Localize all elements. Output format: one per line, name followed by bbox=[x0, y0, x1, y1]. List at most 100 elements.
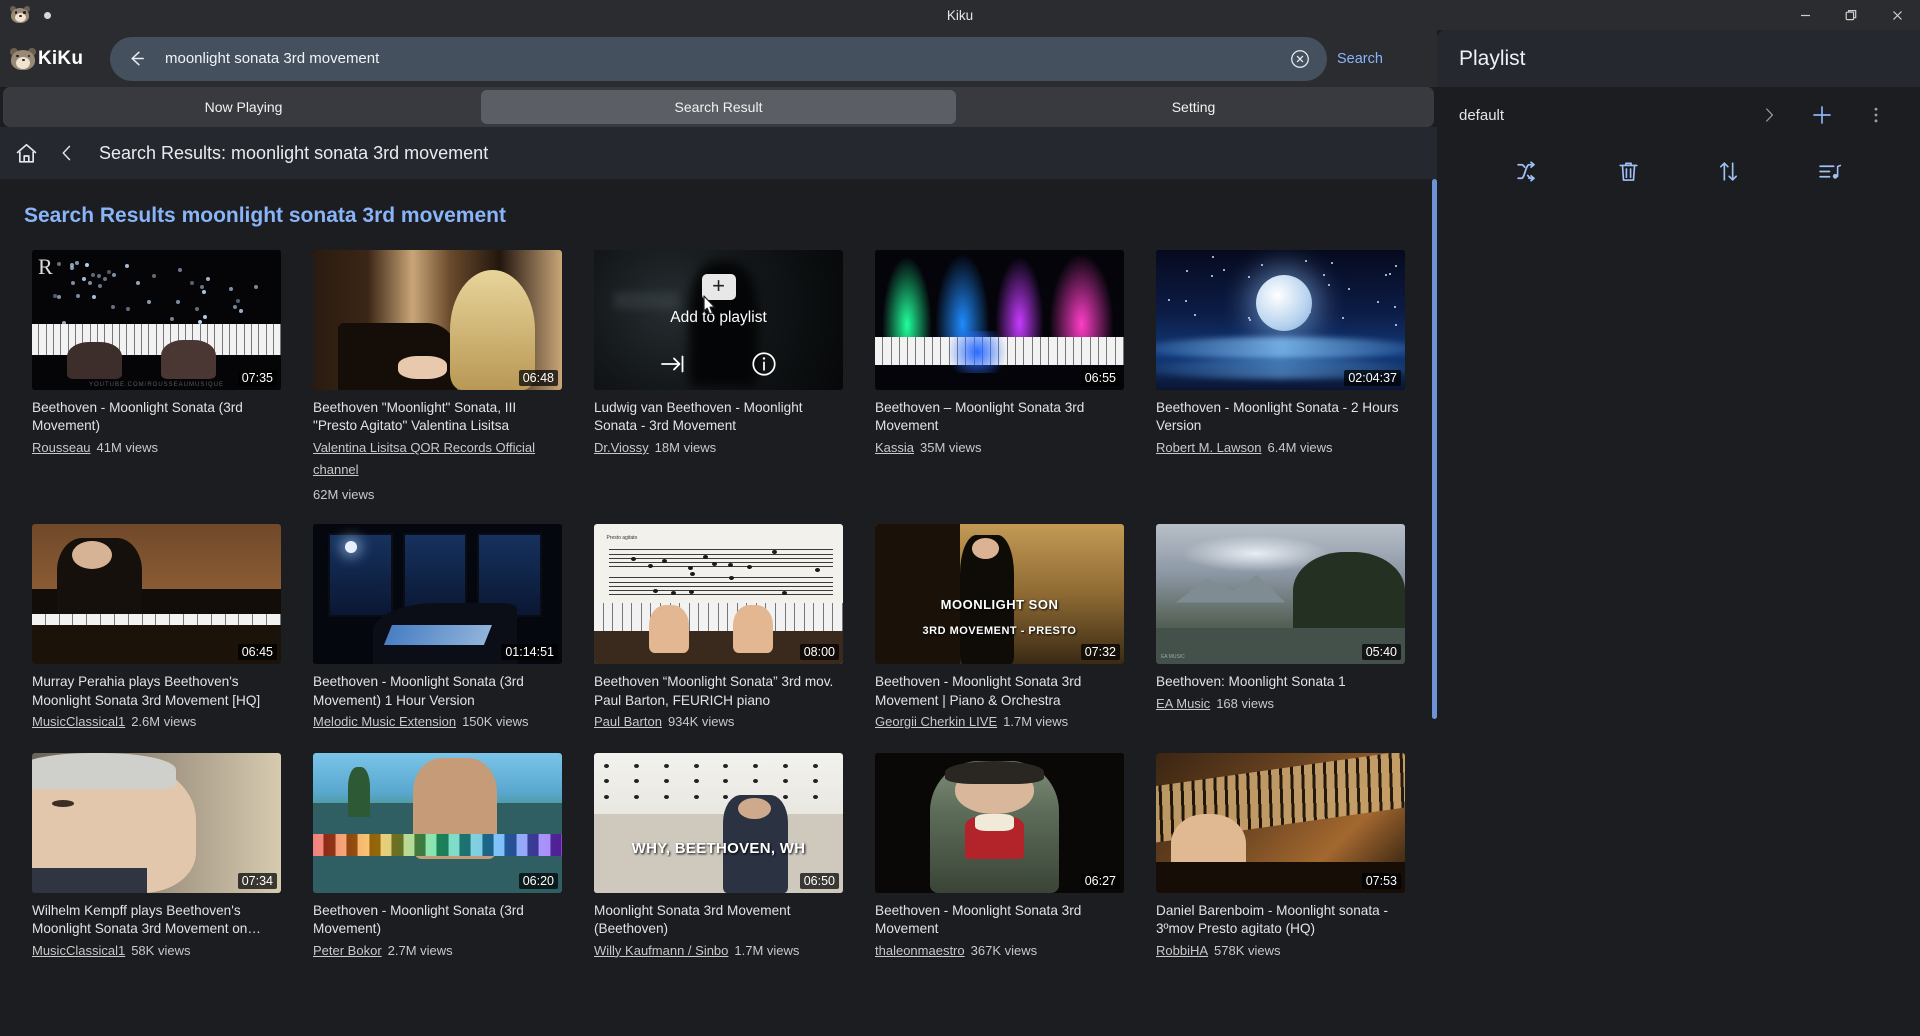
video-title[interactable]: Beethoven - Moonlight Sonata - 2 Hours V… bbox=[1156, 399, 1405, 436]
play-next-icon[interactable] bbox=[659, 352, 687, 376]
queue-music-icon[interactable] bbox=[1817, 159, 1842, 184]
video-card[interactable]: 06:45 Murray Perahia plays Beethoven's Mo… bbox=[32, 524, 281, 733]
video-thumbnail[interactable]: +Add to playlist bbox=[594, 250, 843, 390]
video-views: 1.7M views bbox=[1003, 714, 1068, 729]
video-views: 2.7M views bbox=[388, 943, 453, 958]
more-vertical-icon[interactable] bbox=[1850, 105, 1902, 125]
search-bar-row: KiKu Search bbox=[0, 30, 1437, 87]
home-icon[interactable] bbox=[14, 141, 39, 166]
video-thumbnail[interactable]: RYOUTUBE.COM/ROUSSEAUMUSIQUE07:35 bbox=[32, 250, 281, 390]
results-heading: Search Results moonlight sonata 3rd move… bbox=[24, 204, 1419, 228]
video-card[interactable]: Presto agitato08:00 Beethoven “Moonlight … bbox=[594, 524, 843, 733]
video-thumbnail[interactable]: EA MUSIC05:40 bbox=[1156, 524, 1405, 664]
arrow-left-icon[interactable] bbox=[126, 48, 147, 69]
video-card[interactable]: 07:53 Daniel Barenboim - Moonlight sonata… bbox=[1156, 753, 1405, 962]
plus-icon[interactable] bbox=[1794, 103, 1850, 127]
video-card[interactable]: 06:55 Beethoven – Moonlight Sonata 3rd Mo… bbox=[875, 250, 1124, 504]
video-meta: Rousseau 41M views bbox=[32, 437, 281, 459]
video-thumbnail[interactable]: 07:53 bbox=[1156, 753, 1405, 893]
tab-now-playing[interactable]: Now Playing bbox=[6, 90, 481, 124]
video-channel[interactable]: Robert M. Lawson bbox=[1156, 440, 1262, 455]
video-card[interactable]: RYOUTUBE.COM/ROUSSEAUMUSIQUE07:35 Beethov… bbox=[32, 250, 281, 504]
playlist-header: Playlist bbox=[1437, 30, 1920, 87]
video-title[interactable]: Beethoven – Moonlight Sonata 3rd Movemen… bbox=[875, 399, 1124, 436]
video-card[interactable]: WHY, BEETHOVEN, WH06:50 Moonlight Sonata … bbox=[594, 753, 843, 962]
video-channel[interactable]: Willy Kaufmann / Sinbo bbox=[594, 943, 728, 958]
results-grid: RYOUTUBE.COM/ROUSSEAUMUSIQUE07:35 Beethov… bbox=[32, 250, 1419, 982]
video-thumbnail[interactable]: Presto agitato08:00 bbox=[594, 524, 843, 664]
video-title[interactable]: Ludwig van Beethoven - Moonlight Sonata … bbox=[594, 399, 843, 436]
video-thumbnail[interactable]: 06:45 bbox=[32, 524, 281, 664]
video-thumbnail[interactable]: 06:20 bbox=[313, 753, 562, 893]
video-title[interactable]: Beethoven - Moonlight Sonata (3rd Moveme… bbox=[313, 902, 562, 939]
close-button[interactable] bbox=[1874, 0, 1920, 30]
sort-updown-icon[interactable] bbox=[1716, 159, 1741, 184]
video-channel[interactable]: MusicClassical1 bbox=[32, 943, 125, 958]
video-thumbnail[interactable]: 07:34 bbox=[32, 753, 281, 893]
hover-overlay[interactable]: +Add to playlist bbox=[594, 250, 843, 390]
video-channel[interactable]: Rousseau bbox=[32, 440, 91, 455]
trash-icon[interactable] bbox=[1616, 159, 1641, 184]
video-card[interactable]: 01:14:51 Beethoven - Moonlight Sonata (3r… bbox=[313, 524, 562, 733]
video-channel[interactable]: Kassia bbox=[875, 440, 914, 455]
video-channel[interactable]: RobbiHA bbox=[1156, 943, 1208, 958]
video-card[interactable]: MOONLIGHT SON3RD MOVEMENT - PRESTO07:32 B… bbox=[875, 524, 1124, 733]
video-channel[interactable]: Georgii Cherkin LIVE bbox=[875, 714, 997, 729]
video-thumbnail[interactable]: WHY, BEETHOVEN, WH06:50 bbox=[594, 753, 843, 893]
video-views: 41M views bbox=[97, 440, 158, 455]
video-channel[interactable]: Dr.Viossy bbox=[594, 440, 649, 455]
search-button[interactable]: Search bbox=[1337, 51, 1437, 67]
video-views: 62M views bbox=[313, 486, 562, 504]
video-card[interactable]: 06:20 Beethoven - Moonlight Sonata (3rd M… bbox=[313, 753, 562, 962]
video-title[interactable]: Beethoven - Moonlight Sonata 3rd Movemen… bbox=[875, 902, 1124, 939]
search-input[interactable] bbox=[147, 50, 1285, 67]
chevron-left-icon[interactable] bbox=[57, 143, 77, 163]
video-thumbnail[interactable]: MOONLIGHT SON3RD MOVEMENT - PRESTO07:32 bbox=[875, 524, 1124, 664]
vertical-scrollbar[interactable] bbox=[1432, 179, 1437, 1036]
video-channel[interactable]: Peter Bokor bbox=[313, 943, 382, 958]
video-thumbnail[interactable]: 01:14:51 bbox=[313, 524, 562, 664]
video-title[interactable]: Beethoven - Moonlight Sonata (3rd Moveme… bbox=[32, 399, 281, 436]
search-box[interactable] bbox=[110, 37, 1327, 81]
shuffle-icon[interactable] bbox=[1515, 159, 1540, 184]
video-thumbnail[interactable]: 06:48 bbox=[313, 250, 562, 390]
video-title[interactable]: Daniel Barenboim - Moonlight sonata - 3º… bbox=[1156, 902, 1405, 939]
video-channel[interactable]: Paul Barton bbox=[594, 714, 662, 729]
video-views: 2.6M views bbox=[131, 714, 196, 729]
video-card[interactable]: EA MUSIC05:40 Beethoven: Moonlight Sonata… bbox=[1156, 524, 1405, 733]
video-duration: 07:53 bbox=[1362, 873, 1401, 889]
video-card[interactable]: 06:27 Beethoven - Moonlight Sonata 3rd Mo… bbox=[875, 753, 1124, 962]
playlist-current-name[interactable]: default bbox=[1459, 107, 1504, 124]
video-channel[interactable]: thaleonmaestro bbox=[875, 943, 965, 958]
video-thumbnail[interactable]: 06:27 bbox=[875, 753, 1124, 893]
tab-setting[interactable]: Setting bbox=[956, 90, 1431, 124]
video-channel[interactable]: EA Music bbox=[1156, 696, 1210, 711]
pointer-cursor-icon bbox=[698, 294, 720, 325]
video-channel[interactable]: Valentina Lisitsa QOR Records Official c… bbox=[313, 440, 535, 477]
scrollbar-thumb[interactable] bbox=[1432, 179, 1437, 719]
video-channel[interactable]: MusicClassical1 bbox=[32, 714, 125, 729]
minimize-button[interactable] bbox=[1782, 0, 1828, 30]
video-thumbnail[interactable]: 06:55 bbox=[875, 250, 1124, 390]
clear-circle-icon[interactable] bbox=[1285, 48, 1315, 70]
video-title[interactable]: Beethoven - Moonlight Sonata (3rd Moveme… bbox=[313, 673, 562, 710]
video-title[interactable]: Murray Perahia plays Beethoven's Moonlig… bbox=[32, 673, 281, 710]
video-title[interactable]: Beethoven “Moonlight Sonata” 3rd mov. Pa… bbox=[594, 673, 843, 710]
video-card[interactable]: 02:04:37 Beethoven - Moonlight Sonata - 2… bbox=[1156, 250, 1405, 504]
video-title[interactable]: Moonlight Sonata 3rd Movement (Beethoven… bbox=[594, 902, 843, 939]
info-icon[interactable] bbox=[750, 350, 778, 378]
video-thumbnail[interactable]: 02:04:37 bbox=[1156, 250, 1405, 390]
video-card[interactable]: 06:48 Beethoven "Moonlight" Sonata, III "… bbox=[313, 250, 562, 504]
maximize-button[interactable] bbox=[1828, 0, 1874, 30]
video-title[interactable]: Beethoven: Moonlight Sonata 1 bbox=[1156, 673, 1405, 691]
video-channel[interactable]: Melodic Music Extension bbox=[313, 714, 456, 729]
chevron-right-icon[interactable] bbox=[1744, 106, 1794, 124]
video-title[interactable]: Wilhelm Kempff plays Beethoven's Moonlig… bbox=[32, 902, 281, 939]
playlist-title: Playlist bbox=[1459, 47, 1526, 71]
tab-search-result[interactable]: Search Result bbox=[481, 90, 956, 124]
main-pane: KiKu Search bbox=[0, 30, 1437, 1036]
video-card[interactable]: +Add to playlist Ludwig van Beethoven - M… bbox=[594, 250, 843, 504]
video-card[interactable]: 07:34 Wilhelm Kempff plays Beethoven's Mo… bbox=[32, 753, 281, 962]
video-title[interactable]: Beethoven - Moonlight Sonata 3rd Movemen… bbox=[875, 673, 1124, 710]
video-title[interactable]: Beethoven "Moonlight" Sonata, III "Prest… bbox=[313, 399, 562, 436]
